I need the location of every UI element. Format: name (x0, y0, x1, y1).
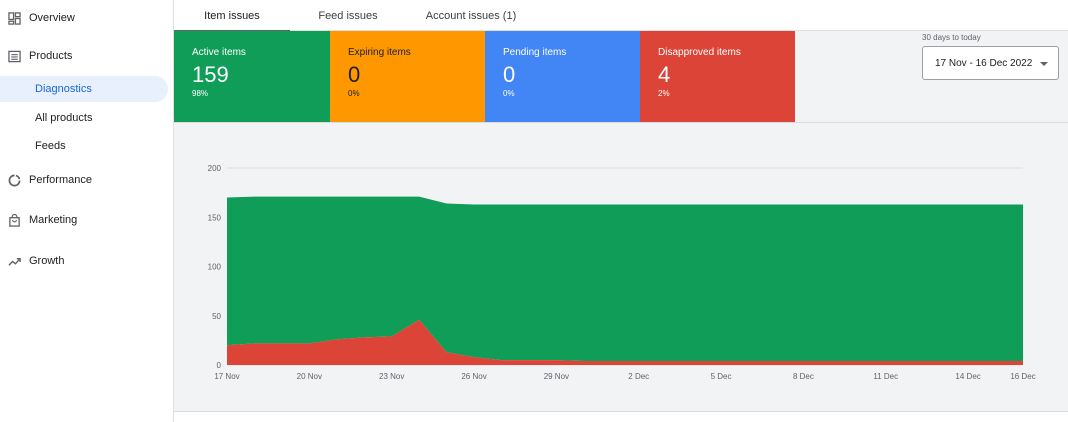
tab-label: Account issues (1) (425, 9, 517, 22)
y-tick-label: 50 (212, 312, 221, 321)
tab-label: Feed issues (318, 9, 378, 22)
dashboard-icon (7, 11, 21, 25)
sidebar-item-marketing[interactable]: Marketing (0, 207, 168, 233)
bag-icon (7, 213, 21, 227)
sidebar-item-overview[interactable]: Overview (0, 5, 168, 31)
card-percent: 2% (658, 89, 670, 98)
card-expiring-items[interactable]: Expiring items 0 0% (330, 31, 486, 123)
card-active-items[interactable]: Active items 159 98% (174, 31, 330, 123)
card-percent: 0% (503, 89, 515, 98)
y-tick-label: 150 (208, 213, 222, 222)
card-percent: 0% (348, 89, 360, 98)
sidebar-item-growth[interactable]: Growth (0, 248, 168, 274)
sidebar-item-label: Marketing (29, 214, 78, 226)
sidebar-item-performance[interactable]: Performance (0, 167, 168, 193)
card-percent: 98% (192, 89, 209, 98)
x-tick-label: 20 Nov (297, 372, 322, 381)
x-tick-label: 29 Nov (544, 372, 569, 381)
dropdown-arrow-icon (1040, 62, 1048, 66)
sidebar: Overview Products Diagnostics All produc… (0, 0, 174, 422)
x-tick-label: 16 Dec (1010, 372, 1035, 381)
x-tick-label: 17 Nov (214, 372, 239, 381)
sidebar-subitem-label: Feeds (35, 140, 66, 152)
sidebar-subitem-diagnostics[interactable]: Diagnostics (0, 76, 168, 102)
card-label: Pending items (503, 47, 567, 58)
date-range-select[interactable]: 17 Nov - 16 Dec 2022 (922, 46, 1059, 80)
sidebar-subitem-all-products[interactable]: All products (0, 105, 168, 131)
sidebar-item-label: Growth (29, 255, 65, 267)
card-label: Expiring items (348, 47, 411, 58)
tab-label: Item issues (204, 9, 260, 22)
series-area-active-items (227, 196, 1023, 362)
card-value: 0 (503, 62, 516, 87)
y-tick-label: 200 (208, 164, 222, 173)
sidebar-subitem-label: All products (35, 112, 93, 124)
x-tick-label: 5 Dec (711, 372, 732, 381)
sidebar-subitem-feeds[interactable]: Feeds (0, 133, 168, 159)
list-icon (7, 49, 21, 63)
sidebar-item-label: Overview (29, 12, 75, 24)
x-tick-label: 23 Nov (379, 372, 404, 381)
x-tick-label: 14 Dec (955, 372, 980, 381)
chart-svg: 0 50 100 150 200 17 Nov 20 Nov 23 Nov 26 Nov 29 N… (208, 164, 1036, 381)
x-tick-label: 8 Dec (793, 372, 814, 381)
card-disapproved-items[interactable]: Disapproved items 4 2% (640, 31, 796, 123)
x-tick-label: 11 Dec (873, 372, 898, 381)
card-value: 0 (348, 62, 361, 87)
tab-item-issues[interactable]: Item issues (174, 0, 290, 32)
y-tick-label: 0 (217, 361, 222, 370)
trending-up-icon (7, 254, 21, 268)
sidebar-item-products[interactable]: Products (0, 43, 168, 69)
card-value: 4 (658, 62, 671, 87)
y-tick-label: 100 (208, 263, 222, 272)
items-area-chart: 0 50 100 150 200 17 Nov 20 Nov 23 Nov 26 Nov 29 N… (174, 123, 1068, 411)
card-label: Active items (192, 47, 246, 58)
issues-tab-bar: Item issues Feed issues Account issues (… (174, 0, 1068, 32)
sidebar-item-label: Performance (29, 174, 92, 186)
x-tick-label: 26 Nov (461, 372, 486, 381)
sidebar-subitem-label: Diagnostics (35, 83, 92, 95)
card-label: Disapproved items (658, 47, 741, 58)
date-range-caption: 30 days to today (922, 33, 981, 42)
card-value: 159 (192, 62, 229, 87)
sidebar-item-label: Products (29, 50, 73, 62)
card-pending-items[interactable]: Pending items 0 0% (485, 31, 641, 123)
x-tick-label: 2 Dec (628, 372, 649, 381)
tab-feed-issues[interactable]: Feed issues (290, 0, 406, 31)
content-footer-divider (174, 411, 1068, 422)
ring-chart-icon (7, 173, 21, 187)
date-range-value: 17 Nov - 16 Dec 2022 (935, 57, 1033, 69)
tab-account-issues[interactable]: Account issues (1) (406, 0, 536, 31)
